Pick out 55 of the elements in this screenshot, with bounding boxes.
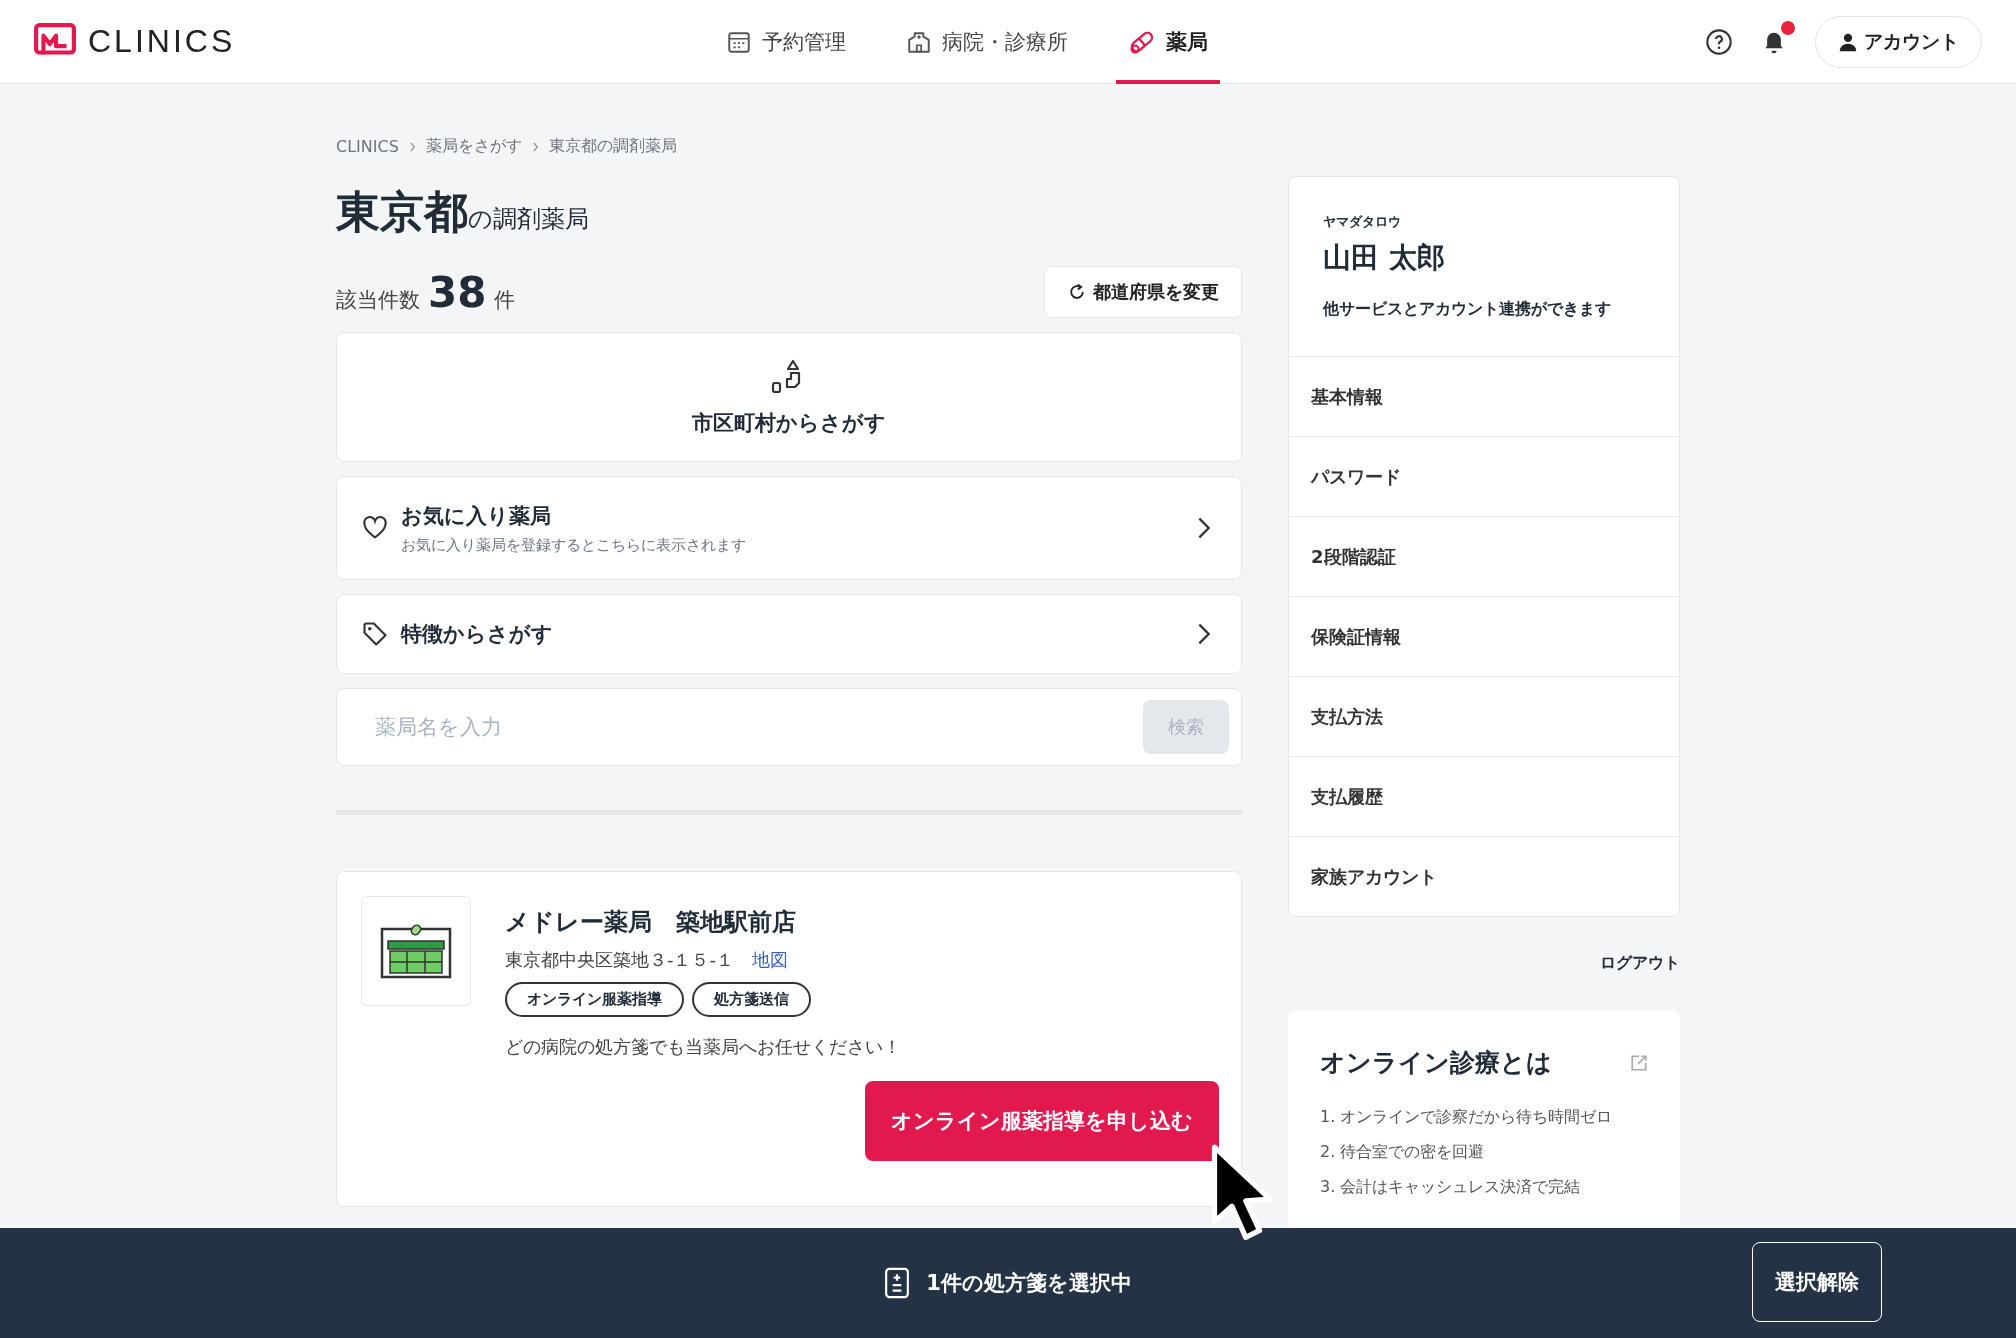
- nav-tab[interactable]: 病院・診療所: [894, 0, 1080, 84]
- map-link[interactable]: 地図: [752, 948, 788, 972]
- breadcrumb-link[interactable]: 薬局をさがす: [425, 136, 522, 157]
- nav-tab[interactable]: 薬局: [1116, 0, 1220, 84]
- account-button[interactable]: アカウント: [1815, 15, 1982, 68]
- info-list-item: 3. 会計はキャッシュレス決済で完結: [1320, 1177, 1582, 1198]
- chevron-icon: [531, 141, 539, 152]
- prescription-icon: [884, 1266, 911, 1300]
- favorites-description: お気に入り薬局を登録するとこちらに表示されます: [401, 535, 747, 555]
- city-search-card[interactable]: 市区町村からさがす: [336, 332, 1242, 462]
- account-menu-item[interactable]: 保険証情報: [1289, 597, 1679, 677]
- logout-link[interactable]: ログアウト: [1600, 953, 1680, 974]
- help-icon[interactable]: [1705, 27, 1733, 56]
- account-link-note: 他サービスとアカウント連携ができます: [1323, 299, 1612, 320]
- info-list-item: 1. オンラインで診察だから待ち時間ゼロ: [1320, 1107, 1614, 1128]
- result-count: 38: [428, 267, 487, 317]
- logo-text: CLINICS: [88, 23, 236, 60]
- service-tag: 処方箋送信: [692, 982, 811, 1017]
- result-count-label: 該当件数: [336, 286, 420, 314]
- chevron-right-icon: [1197, 622, 1211, 646]
- city-search-label: 市区町村からさがす: [692, 410, 886, 437]
- storefront-icon: [380, 923, 452, 979]
- refresh-icon: [1067, 282, 1087, 302]
- account-menu-item[interactable]: 基本情報: [1289, 357, 1679, 437]
- breadcrumb-link[interactable]: CLINICS: [336, 137, 399, 156]
- pharmacy-address: 東京都中央区築地３-１５-１: [505, 948, 734, 972]
- page-title-suffix: の調剤薬局: [468, 204, 589, 235]
- favorites-title: お気に入り薬局: [401, 502, 552, 530]
- user-name: 山田 太郎: [1323, 240, 1446, 276]
- clear-selection-button[interactable]: 選択解除: [1752, 1242, 1882, 1322]
- tag-icon: [361, 620, 389, 648]
- chevron-icon: [408, 141, 416, 152]
- nav-tab[interactable]: 予約管理: [714, 0, 858, 84]
- favorites-card[interactable]: お気に入り薬局 お気に入り薬局を登録するとこちらに表示されます: [336, 476, 1242, 580]
- account-menu-item[interactable]: 支払方法: [1289, 677, 1679, 757]
- pharmacy-message: どの病院の処方箋でも当薬局へお任せください！: [505, 1035, 902, 1059]
- selection-status: 1件の処方箋を選択中: [926, 1270, 1132, 1297]
- change-prefecture-button[interactable]: 都道府県を変更: [1044, 266, 1242, 318]
- feature-search-title: 特徴からさがす: [401, 621, 554, 648]
- account-menu-item[interactable]: 2段階認証: [1289, 517, 1679, 597]
- chevron-right-icon: [1197, 516, 1211, 540]
- user-name-kana: ヤマダタロウ: [1323, 213, 1402, 231]
- apply-button[interactable]: オンライン服薬指導を申し込む: [865, 1081, 1219, 1161]
- account-menu-item[interactable]: 家族アカウント: [1289, 837, 1679, 916]
- person-icon: [1838, 31, 1858, 52]
- breadcrumb-link[interactable]: 東京都の調剤薬局: [548, 136, 677, 157]
- info-title: オンライン診療とは: [1320, 1047, 1552, 1079]
- feature-search-card[interactable]: 特徴からさがす: [336, 594, 1242, 674]
- account-menu-item[interactable]: 支払履歴: [1289, 757, 1679, 837]
- result-count-unit: 件: [494, 286, 516, 314]
- pharmacy-name: メドレー薬局 築地駅前店: [505, 907, 797, 938]
- info-list-item: 2. 待合室での密を回避: [1320, 1142, 1486, 1163]
- account-menu-item[interactable]: パスワード: [1289, 437, 1679, 517]
- service-tag: オンライン服薬指導: [505, 982, 684, 1017]
- page-title: 東京都: [336, 185, 468, 239]
